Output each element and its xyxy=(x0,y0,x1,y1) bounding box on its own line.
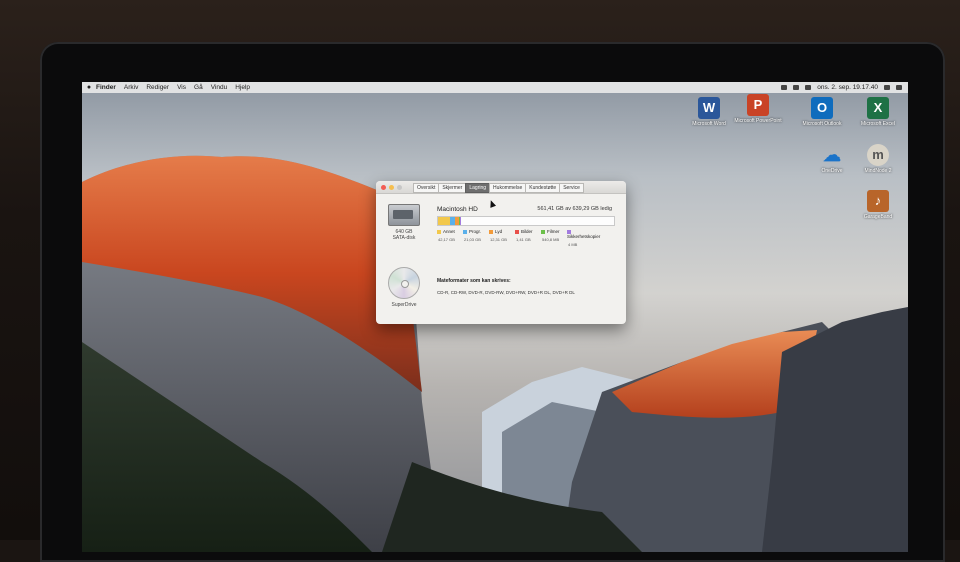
legend-item: Filmer 540,8 MB xyxy=(541,229,567,247)
legend-size: 1,41 GB xyxy=(515,237,541,242)
storage-pane: 640 GB SATA-disk SuperDrive Macintosh HD… xyxy=(376,194,626,324)
menu-hjelp[interactable]: Hjelp xyxy=(235,84,250,91)
screen: ● Finder Arkiv Rediger Vis Gå Vindu Hjel… xyxy=(82,82,908,552)
desktop-icon-powerpoint[interactable]: P Microsoft PowerPoint xyxy=(732,94,784,124)
legend-label: Filmer xyxy=(547,229,560,234)
onedrive-icon: ☁ xyxy=(821,144,843,166)
close-button[interactable] xyxy=(381,185,386,190)
usage-segment-0 xyxy=(438,217,450,225)
menu-arkiv[interactable]: Arkiv xyxy=(124,84,138,91)
outlook-icon: O xyxy=(811,97,833,119)
legend-swatch xyxy=(489,230,493,234)
legend-label: Sikkerhetskopier xyxy=(567,234,600,239)
desktop-icon-onedrive[interactable]: ☁ OneDrive xyxy=(806,144,858,174)
desktop-icon-label: MindNode 2 xyxy=(852,168,904,174)
desktop-icon-garageband[interactable]: ♪ GarageBand xyxy=(852,190,904,220)
legend-size: 12,31 GB xyxy=(489,237,515,242)
tab-bar: Oversikt Skjermer Lagring Hukommelse Kun… xyxy=(414,183,584,193)
battery-icon[interactable] xyxy=(805,85,811,90)
legend-label: Bilder xyxy=(521,229,533,234)
tab-storage[interactable]: Lagring xyxy=(465,183,490,193)
desktop-icon-label: Microsoft Word xyxy=(683,121,735,127)
writable-formats-list: CD-R, CD-RW, DVD-R, DVD-RW, DVD+RW, DVD+… xyxy=(437,290,575,295)
legend-item: Lyd 12,31 GB xyxy=(489,229,515,247)
desktop-icon-excel[interactable]: X Microsoft Excel xyxy=(852,97,904,127)
apple-menu-icon[interactable]: ● xyxy=(82,84,96,91)
desktop-icon-label: Microsoft Excel xyxy=(852,121,904,127)
zoom-button[interactable] xyxy=(397,185,402,190)
notification-center-icon[interactable] xyxy=(896,85,902,90)
legend-swatch xyxy=(541,230,545,234)
wifi-icon[interactable] xyxy=(793,85,799,90)
desktop-icon-mindnode[interactable]: m MindNode 2 xyxy=(852,144,904,174)
legend-size: 540,8 MB xyxy=(541,237,567,242)
disk-type: SATA-disk xyxy=(382,235,426,241)
optical-drive-label: SuperDrive xyxy=(382,302,426,308)
menu-clock[interactable]: ons. 2. sep. 19.17.40 xyxy=(817,84,878,91)
menu-ga[interactable]: Gå xyxy=(194,84,203,91)
tab-overview[interactable]: Oversikt xyxy=(413,183,439,193)
tab-support[interactable]: Kundestøtte xyxy=(525,183,560,193)
about-this-mac-window: Oversikt Skjermer Lagring Hukommelse Kun… xyxy=(376,181,626,324)
optical-disc-icon xyxy=(388,267,420,299)
desktop-icon-outlook[interactable]: O Microsoft Outlook xyxy=(796,97,848,127)
excel-icon: X xyxy=(867,97,889,119)
desktop-icon-label: GarageBand xyxy=(852,214,904,220)
minimize-button[interactable] xyxy=(389,185,394,190)
legend-item: Sikkerhetskopier4 MB xyxy=(567,229,593,247)
volume-name: Macintosh HD xyxy=(437,206,478,213)
legend-label: Lyd xyxy=(495,229,502,234)
legend-swatch xyxy=(437,230,441,234)
mindnode-icon: m xyxy=(867,144,889,166)
spotlight-search-icon[interactable] xyxy=(884,85,890,90)
legend-item: Annet 42,17 GB xyxy=(437,229,463,247)
legend-size: 21,03 GB xyxy=(463,237,489,242)
legend-item: Bilder 1,41 GB xyxy=(515,229,541,247)
volume-icon[interactable] xyxy=(781,85,787,90)
legend-size: 4 MB xyxy=(567,242,593,247)
word-icon: W xyxy=(698,97,720,119)
menu-finder[interactable]: Finder xyxy=(96,84,116,91)
desktop-icon-label: Microsoft Outlook xyxy=(796,121,848,127)
legend-label: Annet xyxy=(443,229,455,234)
window-titlebar: Oversikt Skjermer Lagring Hukommelse Kun… xyxy=(376,181,626,194)
powerpoint-icon: P xyxy=(747,94,769,116)
desktop-icon-label: OneDrive xyxy=(806,168,858,174)
desktop-icon-word[interactable]: W Microsoft Word xyxy=(683,97,735,127)
menu-bar: ● Finder Arkiv Rediger Vis Gå Vindu Hjel… xyxy=(82,82,908,93)
legend-swatch xyxy=(515,230,519,234)
volume-free-space: 561,41 GB av 639,29 GB ledig xyxy=(537,206,612,212)
tab-memory[interactable]: Hukommelse xyxy=(489,183,526,193)
legend-label: Progr. xyxy=(469,229,481,234)
desktop-icon-label: Microsoft PowerPoint xyxy=(732,118,784,124)
menu-rediger[interactable]: Rediger xyxy=(146,84,169,91)
menu-vindu[interactable]: Vindu xyxy=(211,84,228,91)
legend-swatch xyxy=(463,230,467,234)
guitar-icon: ♪ xyxy=(867,190,889,212)
writable-formats-heading: Mateformater som kan skrives: xyxy=(437,278,511,284)
storage-legend: Annet42,17 GBProgr.21,03 GBLyd12,31 GBBi… xyxy=(437,229,593,247)
tab-displays[interactable]: Skjermer xyxy=(438,183,466,193)
legend-item: Progr. 21,03 GB xyxy=(463,229,489,247)
storage-usage-bar xyxy=(437,216,615,226)
menu-vis[interactable]: Vis xyxy=(177,84,186,91)
legend-size: 42,17 GB xyxy=(437,237,463,242)
hard-drive-icon xyxy=(388,204,420,226)
tab-service[interactable]: Service xyxy=(559,183,584,193)
